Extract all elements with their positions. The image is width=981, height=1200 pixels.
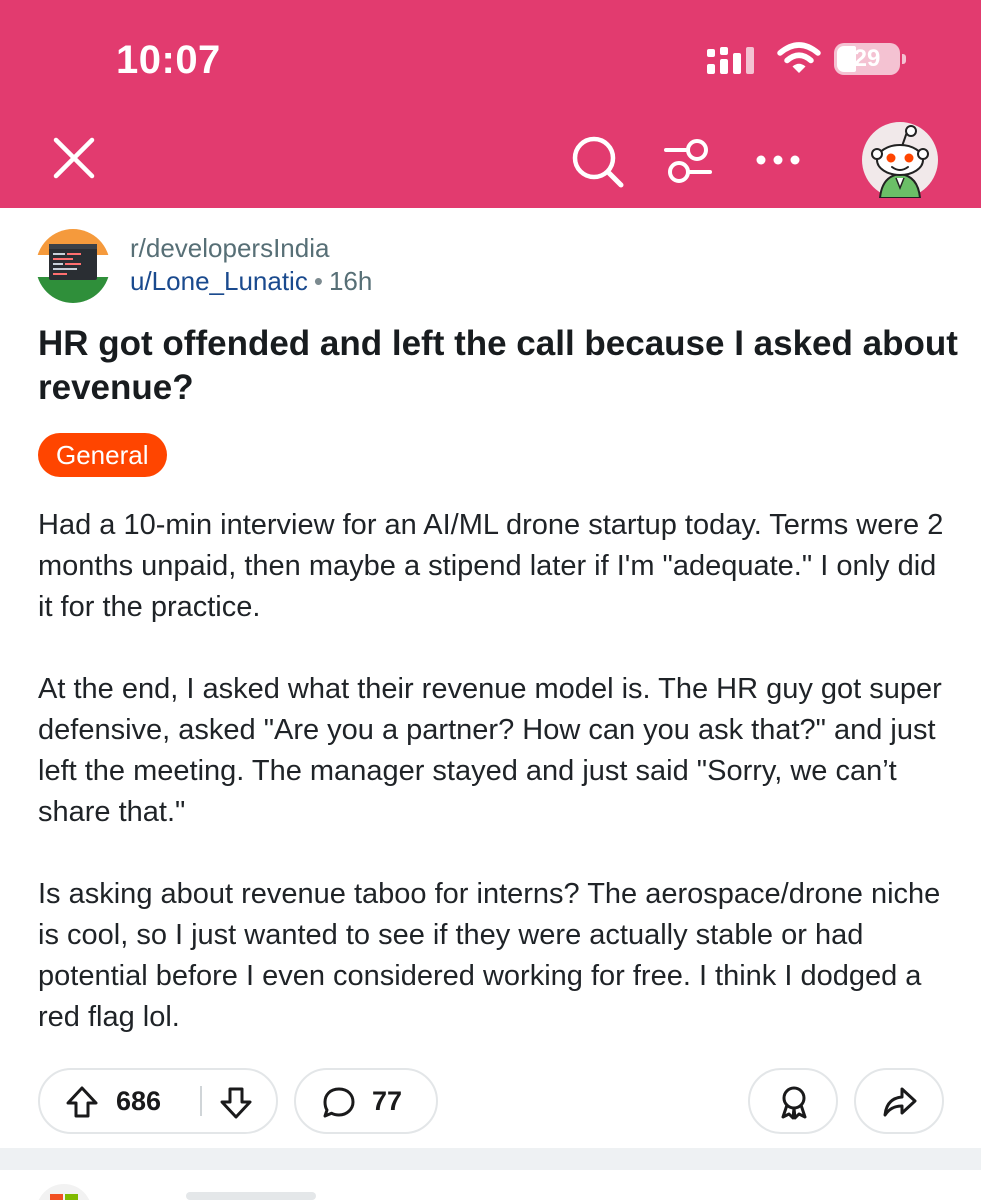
next-post-preview [186, 1192, 316, 1200]
india-flag-code-icon [36, 229, 110, 303]
award-icon [781, 1086, 807, 1120]
battery-percent: 29 [853, 45, 881, 72]
meta-separator: • [313, 266, 323, 296]
award-button[interactable] [748, 1068, 838, 1134]
close-icon[interactable] [48, 132, 100, 184]
feed-separator [0, 1148, 981, 1170]
filter-icon[interactable] [660, 132, 716, 188]
snoo-avatar[interactable] [862, 122, 938, 199]
post-flair[interactable]: General [38, 433, 167, 477]
battery-icon: 29 [834, 43, 906, 75]
comment-icon [323, 1087, 355, 1118]
vote-bar: 686 [38, 1068, 278, 1134]
search-icon[interactable] [568, 132, 628, 192]
post-title: HR got offended and left the call becaus… [38, 324, 958, 407]
comments-button[interactable]: 77 [294, 1068, 438, 1134]
upvote-icon[interactable] [64, 1084, 100, 1120]
share-button[interactable] [854, 1068, 944, 1134]
subreddit-icon[interactable] [36, 229, 110, 303]
downvote-icon[interactable] [218, 1085, 254, 1121]
next-post-icon[interactable] [36, 1184, 92, 1200]
app-header: 10:07 29 [0, 0, 981, 208]
cellular-signal-icon [707, 47, 754, 74]
status-time: 10:07 [116, 38, 221, 82]
share-icon [883, 1087, 917, 1117]
snoo-avatar-icon [871, 125, 929, 199]
post-body-paragraph: Is asking about revenue taboo for intern… [38, 878, 941, 1033]
vote-divider [200, 1086, 202, 1116]
author-link[interactable]: u/Lone_Lunatic [130, 266, 308, 296]
upvote-count: 686 [116, 1086, 162, 1116]
subreddit-name[interactable]: r/developersIndia [130, 233, 329, 264]
more-icon[interactable] [752, 140, 804, 180]
post-body-paragraph: Had a 10-min interview for an AI/ML dron… [38, 509, 944, 623]
post-age: 16h [328, 266, 373, 296]
post-meta: u/Lone_Lunatic • 16h [130, 266, 372, 297]
comment-count: 77 [372, 1086, 403, 1116]
wifi-icon [777, 42, 821, 73]
post-body-paragraph: At the end, I asked what their revenue m… [38, 673, 942, 828]
next-post-logo-icon [36, 1184, 92, 1200]
